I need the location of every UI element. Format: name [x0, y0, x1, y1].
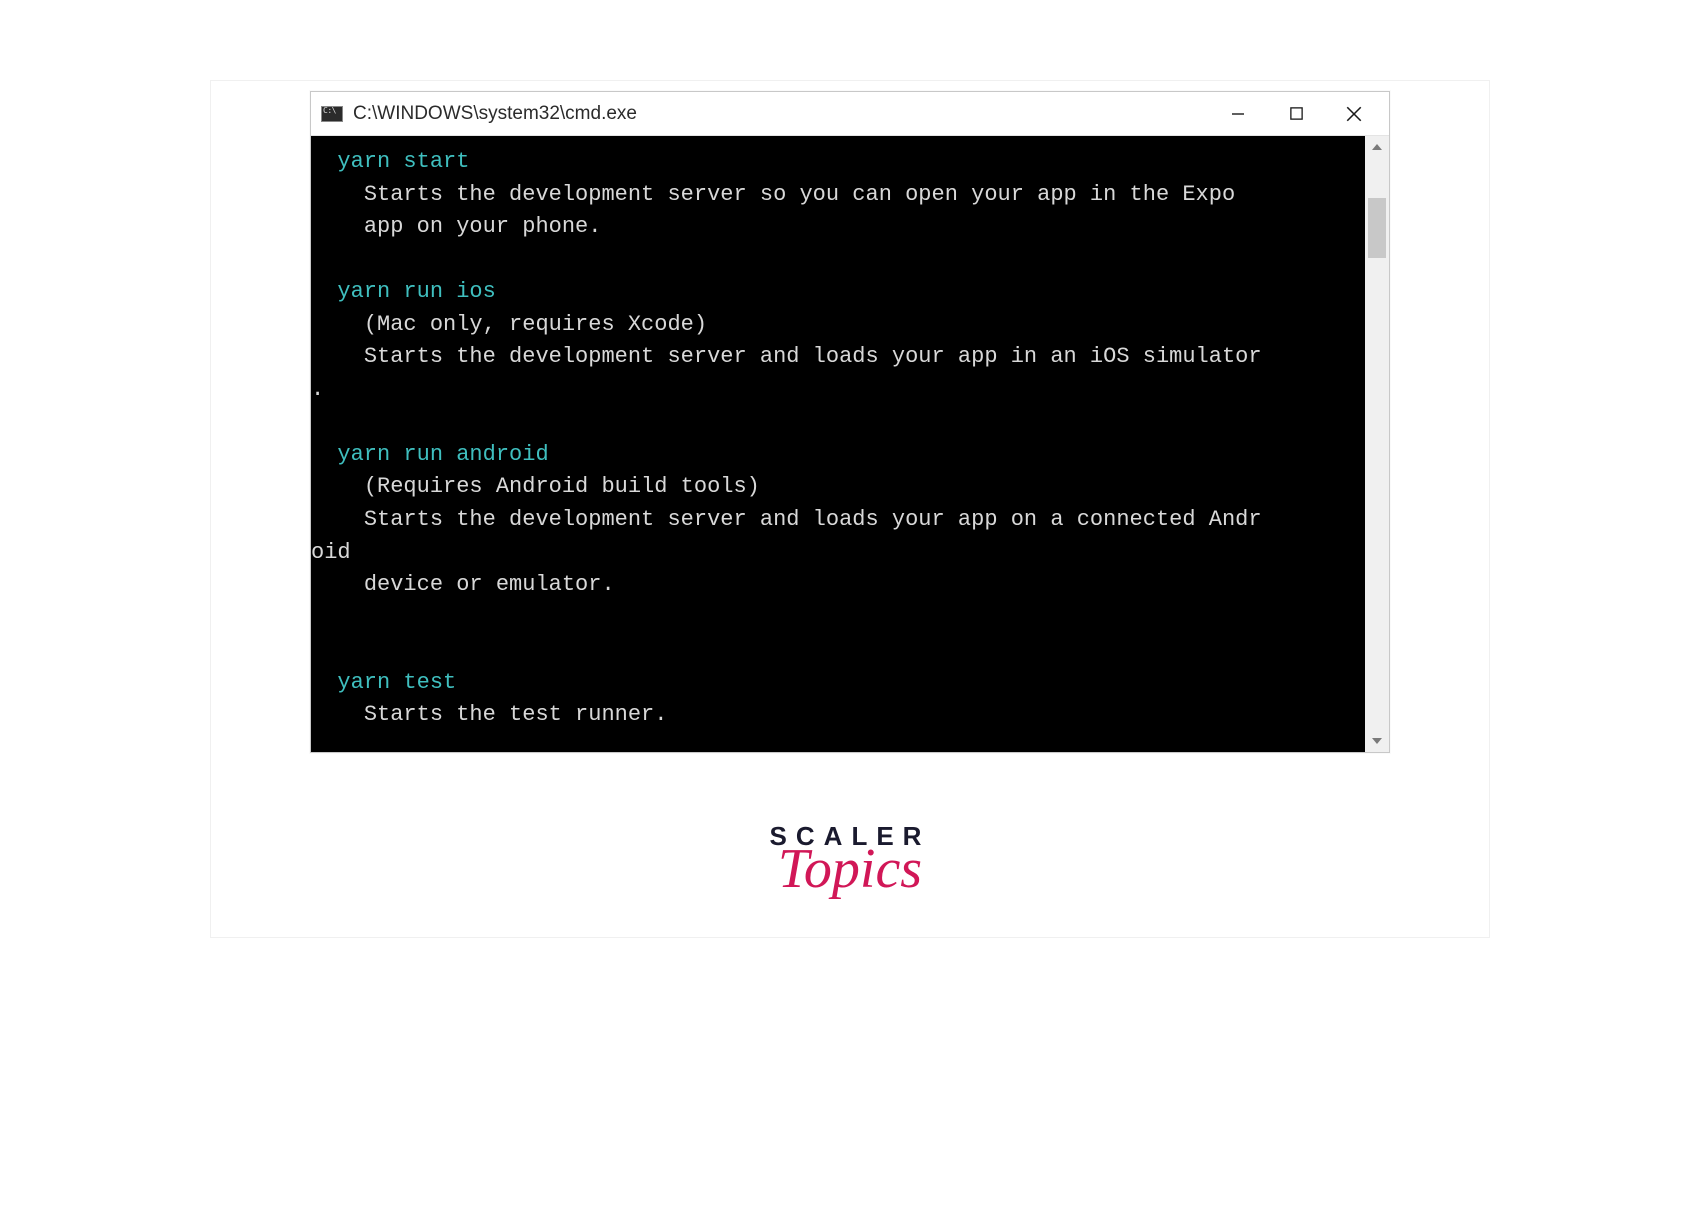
window-controls	[1209, 94, 1383, 134]
scroll-thumb[interactable]	[1368, 198, 1386, 258]
cmd-window: C:\WINDOWS\system32\cmd.exe	[310, 91, 1390, 753]
scroll-down-arrow-icon[interactable]	[1365, 730, 1389, 752]
window-titlebar[interactable]: C:\WINDOWS\system32\cmd.exe	[311, 92, 1389, 136]
page-container: C:\WINDOWS\system32\cmd.exe	[210, 80, 1490, 938]
terminal-area: yarn start Starts the development server…	[311, 136, 1389, 752]
terminal-output[interactable]: yarn start Starts the development server…	[311, 136, 1365, 752]
maximize-button[interactable]	[1267, 94, 1325, 134]
cmd-icon	[321, 105, 343, 123]
scroll-up-arrow-icon[interactable]	[1365, 136, 1389, 158]
vertical-scrollbar[interactable]	[1365, 136, 1389, 752]
branding-logo: SCALER Topics	[770, 823, 931, 897]
close-icon	[1345, 105, 1363, 123]
close-button[interactable]	[1325, 94, 1383, 134]
window-title: C:\WINDOWS\system32\cmd.exe	[353, 103, 1209, 125]
brand-name-line2: Topics	[770, 841, 931, 897]
minimize-button[interactable]	[1209, 94, 1267, 134]
maximize-icon	[1289, 106, 1304, 121]
minimize-icon	[1230, 106, 1246, 122]
